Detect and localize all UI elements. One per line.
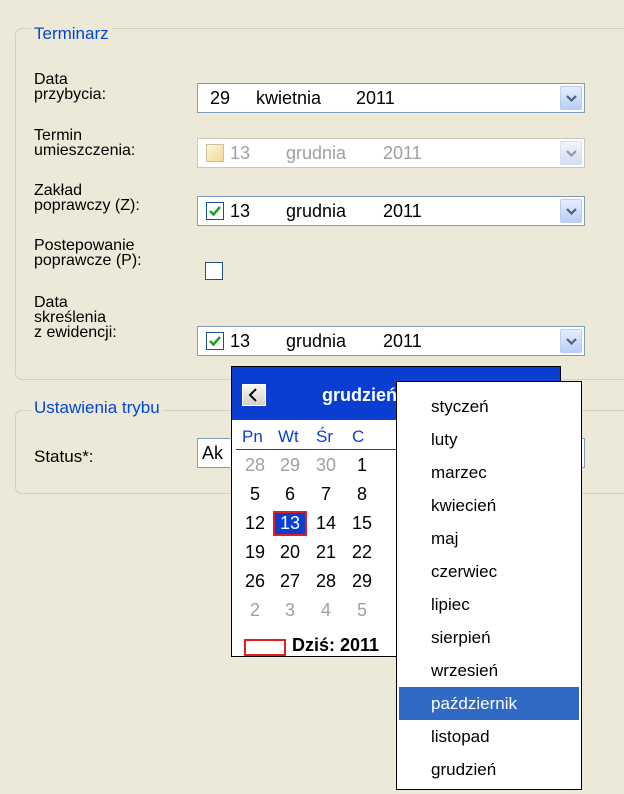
calendar-day[interactable]: 22 xyxy=(347,542,377,563)
removal-date-label: Data skreślenia z ewidencji: xyxy=(34,294,117,341)
checkmark-icon xyxy=(209,336,221,347)
facility-checkbox[interactable] xyxy=(206,202,224,220)
facility-day: 13 xyxy=(230,201,251,221)
calendar-day[interactable]: 14 xyxy=(311,513,341,534)
proceedings-label: Postepowanie poprawcze (P): xyxy=(34,237,142,269)
placement-year: 2011 xyxy=(383,143,422,163)
calendar-day[interactable]: 2 xyxy=(240,600,270,621)
checkmark-icon xyxy=(209,206,221,217)
calendar-day[interactable]: 5 xyxy=(347,600,377,621)
weekday-header: Śr xyxy=(316,427,333,446)
calendar-day[interactable]: 12 xyxy=(240,513,270,534)
removal-checkbox[interactable] xyxy=(206,332,224,350)
calendar-day[interactable]: 30 xyxy=(311,455,341,476)
removal-day: 13 xyxy=(230,331,251,351)
today-marker xyxy=(244,639,286,656)
month-menu-item[interactable]: grudzień xyxy=(399,753,579,786)
removal-date-picker[interactable]: 13 grudnia 2011 xyxy=(197,326,585,356)
month-menu-item[interactable]: wrzesień xyxy=(399,654,579,687)
calendar-day[interactable]: 21 xyxy=(311,542,341,563)
arrival-date-picker[interactable]: 29 kwietnia 2011 xyxy=(197,83,585,113)
facility-date-picker[interactable]: 13 grudnia 2011 xyxy=(197,196,585,226)
calendar-day[interactable]: 4 xyxy=(311,600,341,621)
calendar-day[interactable]: 15 xyxy=(347,513,377,534)
calendar-day[interactable]: 8 xyxy=(347,484,377,505)
calendar-day[interactable]: 20 xyxy=(275,542,305,563)
calendar-day[interactable]: 7 xyxy=(311,484,341,505)
placement-month: grudnia xyxy=(286,143,347,163)
calendar-day[interactable]: 27 xyxy=(275,571,305,592)
calendar-day[interactable]: 28 xyxy=(240,455,270,476)
month-menu-item[interactable]: kwiecień xyxy=(399,489,579,522)
prev-month-button[interactable] xyxy=(242,384,266,406)
month-menu-item[interactable]: lipiec xyxy=(399,588,579,621)
terminarz-legend: Terminarz xyxy=(31,24,112,44)
calendar-day[interactable]: 26 xyxy=(240,571,270,592)
placement-term-label: Termin umieszczenia: xyxy=(34,127,136,159)
weekday-header: C xyxy=(352,427,365,446)
arrival-date-label: Data przybycia: xyxy=(34,71,107,103)
calendar-day[interactable]: 6 xyxy=(275,484,305,505)
weekday-divider xyxy=(236,449,404,450)
chevron-down-icon[interactable] xyxy=(560,199,582,223)
month-menu-item[interactable]: sierpień xyxy=(399,621,579,654)
facility-label: Zakład poprawczy (Z): xyxy=(34,182,140,214)
month-menu-item[interactable]: styczeń xyxy=(399,390,579,423)
calendar-day[interactable]: 29 xyxy=(347,571,377,592)
month-menu-item[interactable]: marzec xyxy=(399,456,579,489)
calendar-day-selected[interactable]: 13 xyxy=(273,511,307,536)
calendar-day[interactable]: 3 xyxy=(275,600,305,621)
month-menu: styczeń luty marzec kwiecień maj czerwiec lipi… xyxy=(396,381,582,790)
arrival-day: 29 xyxy=(210,88,231,108)
arrival-month: kwietnia xyxy=(256,88,322,108)
facility-month: grudnia xyxy=(286,201,347,221)
calendar-day[interactable]: 5 xyxy=(240,484,270,505)
calendar-day[interactable]: 1 xyxy=(347,455,377,476)
removal-month: grudnia xyxy=(286,331,347,351)
month-menu-item[interactable]: luty xyxy=(399,423,579,456)
mode-settings-legend: Ustawienia trybu xyxy=(31,398,163,418)
chevron-left-icon xyxy=(248,388,257,402)
chevron-down-icon[interactable] xyxy=(560,141,582,165)
placement-day: 13 xyxy=(230,143,251,163)
arrival-year: 2011 xyxy=(356,88,395,108)
month-menu-item[interactable]: maj xyxy=(399,522,579,555)
weekday-header: Wt xyxy=(278,427,299,446)
placement-term-checkbox[interactable] xyxy=(206,144,224,162)
facility-year: 2011 xyxy=(383,201,422,221)
status-label: Status*: xyxy=(34,447,94,466)
chevron-down-icon[interactable] xyxy=(560,86,582,110)
month-menu-item[interactable]: czerwiec xyxy=(399,555,579,588)
removal-year: 2011 xyxy=(383,331,422,351)
weekday-header: Pn xyxy=(242,427,263,446)
status-value: Ak xyxy=(202,443,224,463)
placement-term-picker[interactable]: 13 grudnia 2011 xyxy=(197,138,585,168)
calendar-day[interactable]: 28 xyxy=(311,571,341,592)
calendar-day[interactable]: 29 xyxy=(275,455,305,476)
chevron-down-icon[interactable] xyxy=(560,329,582,353)
month-menu-item[interactable]: październik xyxy=(399,687,579,720)
calendar-day[interactable]: 19 xyxy=(240,542,270,563)
today-link[interactable]: Dziś: 2011 xyxy=(292,635,379,656)
month-menu-item[interactable]: listopad xyxy=(399,720,579,753)
proceedings-checkbox[interactable] xyxy=(205,262,223,280)
